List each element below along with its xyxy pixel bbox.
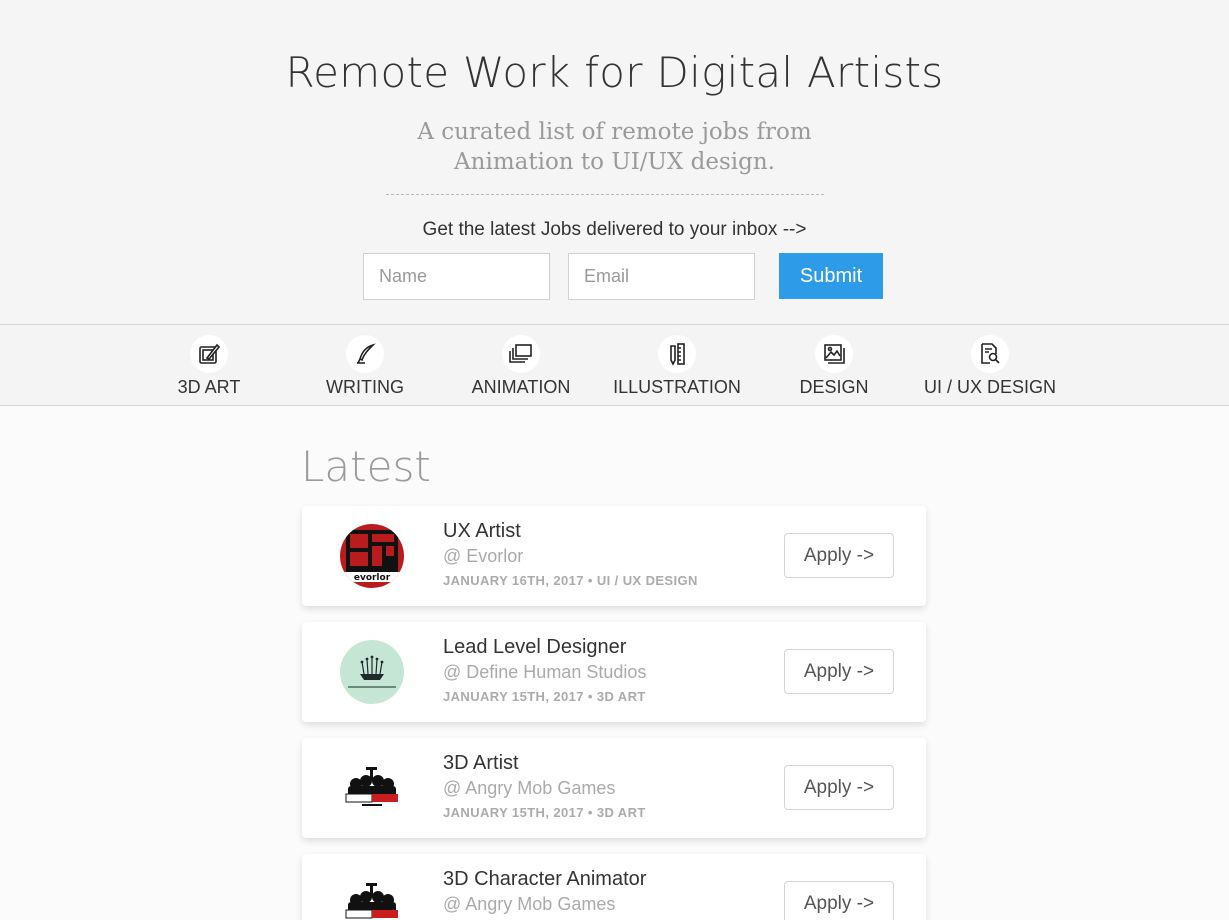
- name-input[interactable]: [363, 253, 550, 300]
- apply-button[interactable]: Apply ->: [784, 765, 894, 810]
- job-date: JANUARY 16TH, 2017: [443, 573, 584, 588]
- quill-pen-icon: [346, 335, 384, 373]
- svg-text:evorlor: evorlor: [354, 573, 391, 583]
- evorlor-logo: evorlor: [340, 524, 404, 588]
- category-label: 3D ART: [177, 377, 241, 397]
- newsletter-prompt: Get the latest Jobs delivered to your in…: [422, 219, 807, 240]
- page-title: Remote Work for Digital Artists: [285, 48, 944, 97]
- category-ui-ux-design[interactable]: UI / UX DESIGN: [912, 325, 1068, 405]
- meta-separator: •: [587, 805, 597, 820]
- category-illustration[interactable]: ILLUSTRATION: [599, 325, 755, 405]
- category-label: ILLUSTRATION: [613, 377, 741, 397]
- latest-heading: Latest: [301, 442, 431, 491]
- page-subtitle: A curated list of remote jobs from Anima…: [0, 117, 1229, 177]
- tablet-pen-icon: [190, 335, 228, 373]
- meta-separator: •: [587, 573, 597, 588]
- job-company: @ Angry Mob Games: [443, 894, 616, 914]
- apply-button[interactable]: Apply ->: [784, 649, 894, 694]
- job-title[interactable]: 3D Character Animator: [443, 868, 646, 891]
- category-label: UI / UX DESIGN: [923, 377, 1057, 397]
- category-nav: 3D ART WRITING ANIMATION ILLUSTRATION DE…: [0, 324, 1229, 406]
- category-label: DESIGN: [799, 377, 869, 397]
- job-meta: JANUARY 16TH, 2017 • UI / UX DESIGN: [443, 573, 698, 588]
- job-card[interactable]: evorlor UX Artist @ Evorlor JANUARY 16TH…: [302, 506, 926, 606]
- job-category: 3D ART: [596, 805, 646, 820]
- category-label: ANIMATION: [471, 377, 571, 397]
- job-meta: JANUARY 15TH, 2017 • 3D ART: [443, 689, 646, 704]
- dashed-divider: [386, 194, 824, 195]
- job-date: JANUARY 15TH, 2017: [443, 689, 584, 704]
- image-gallery-icon: [815, 335, 853, 373]
- category-design[interactable]: DESIGN: [756, 325, 912, 405]
- job-card[interactable]: 3D Character Animator @ Angry Mob Games …: [302, 854, 926, 920]
- category-animation[interactable]: ANIMATION: [443, 325, 599, 405]
- job-date: JANUARY 15TH, 2017: [443, 805, 584, 820]
- subtitle-line-1: A curated list of remote jobs from: [417, 119, 812, 145]
- job-meta: JANUARY 15TH, 2017 • 3D ART: [443, 805, 646, 820]
- meta-separator: •: [587, 689, 597, 704]
- pencil-ruler-icon: [658, 335, 696, 373]
- hero-section: Remote Work for Digital Artists A curate…: [0, 0, 1229, 325]
- job-title[interactable]: 3D Artist: [443, 752, 519, 775]
- document-search-icon: [971, 335, 1009, 373]
- job-company: @ Define Human Studios: [443, 662, 647, 682]
- email-input[interactable]: [568, 253, 755, 300]
- category-3d-art[interactable]: 3D ART: [131, 325, 287, 405]
- job-company: @ Angry Mob Games: [443, 778, 616, 798]
- job-card[interactable]: Lead Level Designer @ Define Human Studi…: [302, 622, 926, 722]
- apply-button[interactable]: Apply ->: [784, 881, 894, 920]
- subtitle-line-2: Animation to UI/UX design.: [454, 149, 775, 175]
- define-human-logo: [340, 640, 404, 704]
- category-label: WRITING: [326, 377, 404, 397]
- submit-button[interactable]: Submit: [779, 253, 883, 299]
- job-category: 3D ART: [596, 689, 646, 704]
- apply-button[interactable]: Apply ->: [784, 533, 894, 578]
- job-title[interactable]: Lead Level Designer: [443, 636, 626, 659]
- job-title[interactable]: UX Artist: [443, 520, 521, 543]
- job-category: UI / UX DESIGN: [596, 573, 698, 588]
- angry-mob-logo: [340, 756, 404, 820]
- stacked-frames-icon: [502, 335, 540, 373]
- category-writing[interactable]: WRITING: [287, 325, 443, 405]
- angry-mob-logo: [340, 872, 404, 920]
- job-company: @ Evorlor: [443, 546, 524, 566]
- job-card[interactable]: 3D Artist @ Angry Mob Games JANUARY 15TH…: [302, 738, 926, 838]
